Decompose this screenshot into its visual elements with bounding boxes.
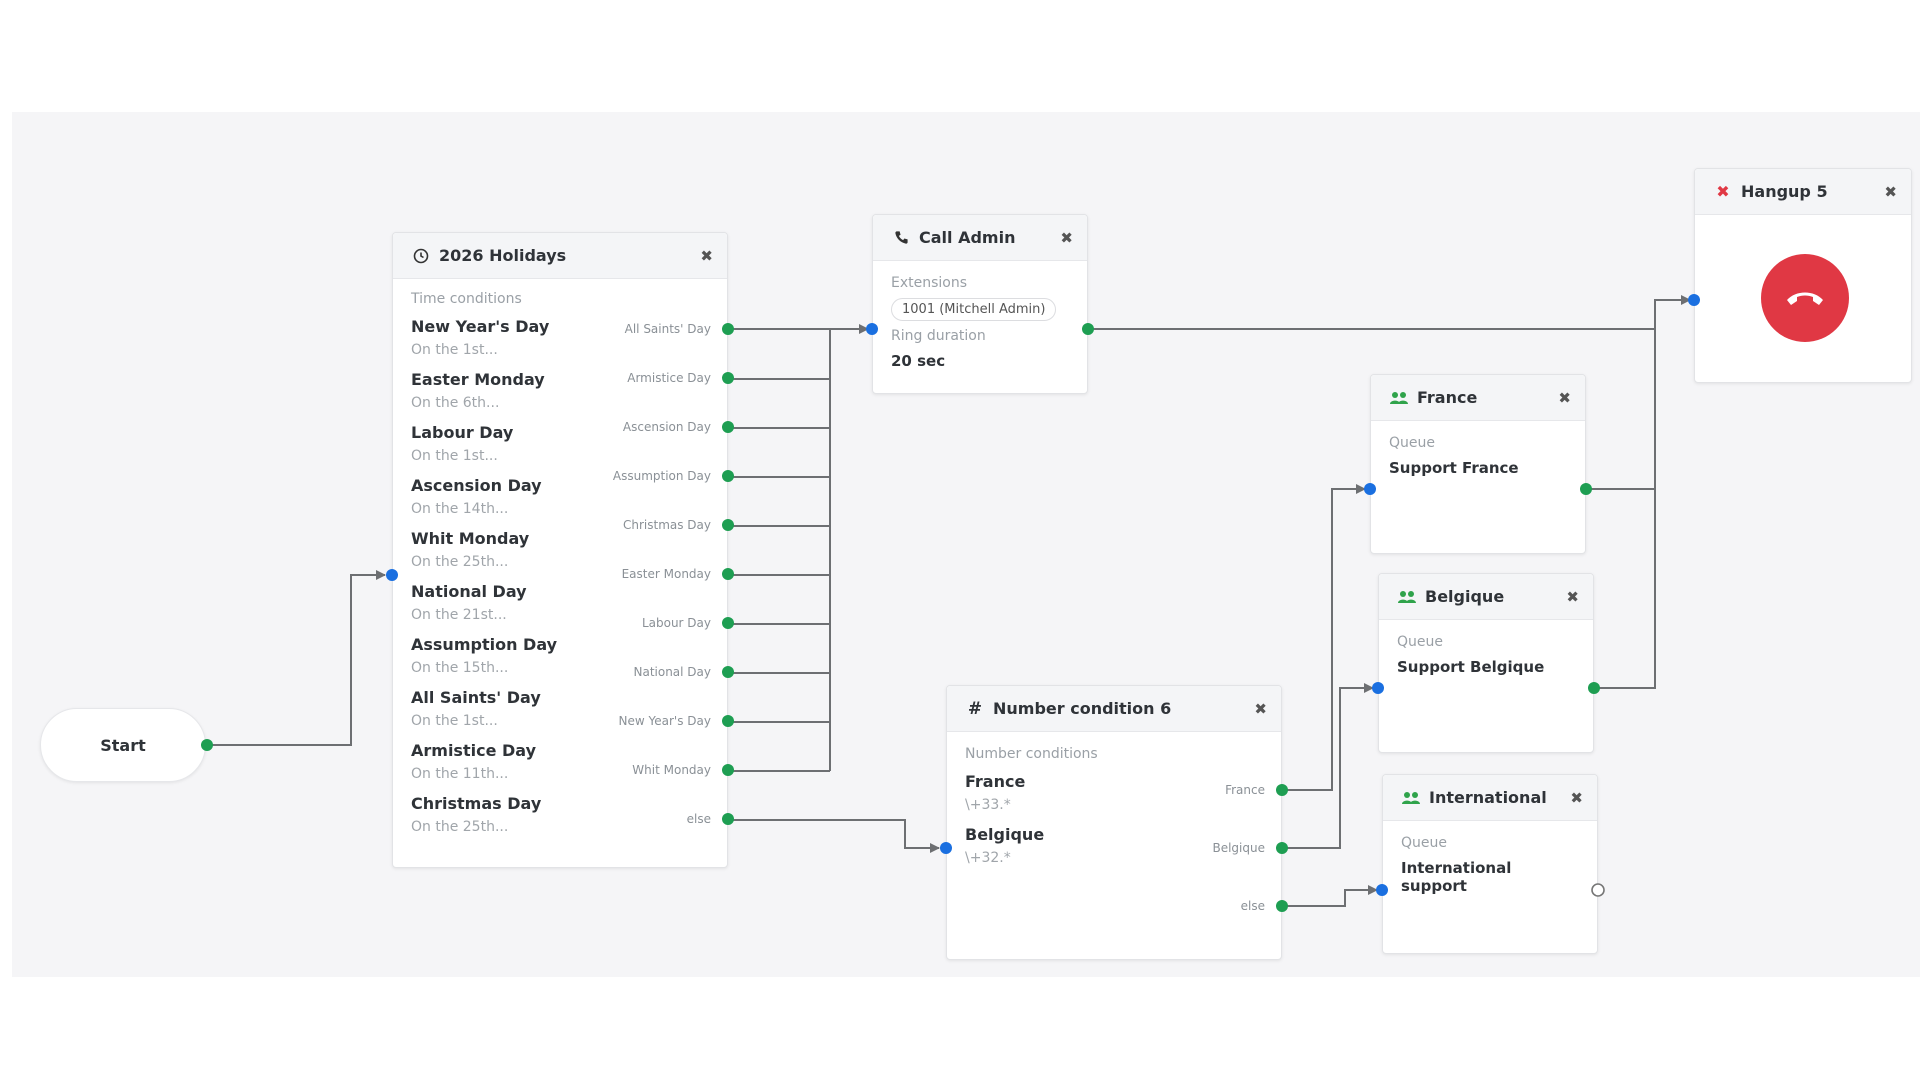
output-port-label: Assumption Day (612, 469, 711, 483)
hash-icon: # (967, 698, 983, 719)
output-port-label: Christmas Day (622, 518, 711, 532)
number-condition-item: France \+33.* (965, 772, 1263, 813)
hangup-title: Hangup 5 (1741, 182, 1828, 201)
time-condition-description: On the 14th... (411, 501, 509, 517)
time-condition-description: On the 1st... (411, 342, 498, 358)
time-condition-description: On the 1st... (411, 448, 498, 464)
time-conditions-label: Time conditions (411, 291, 522, 307)
belgique-queue-node[interactable]: Belgique ✖ Queue Support Belgique (1378, 573, 1594, 753)
output-port-label: else (686, 812, 711, 826)
time-condition-name: Armistice Day (411, 741, 537, 760)
time-condition-name: Assumption Day (411, 635, 558, 654)
number-condition-name: France (965, 772, 1026, 791)
queue-value: Support France (1389, 459, 1519, 477)
output-port-label: France (1225, 783, 1265, 797)
international-header[interactable]: International ✖ (1383, 775, 1597, 821)
clock-icon (411, 248, 431, 264)
queue-value: Support Belgique (1397, 658, 1545, 676)
output-port-label: Armistice Day (627, 371, 711, 385)
call-admin-header[interactable]: Call Admin ✖ (873, 215, 1087, 261)
close-icon[interactable]: ✖ (1566, 588, 1579, 606)
holidays-header[interactable]: 2026 Holidays ✖ (393, 233, 727, 279)
number-condition-node[interactable]: # Number condition 6 ✖ Number conditions… (946, 685, 1282, 960)
close-icon[interactable]: ✖ (1884, 183, 1897, 201)
ring-duration-label: Ring duration (891, 328, 986, 344)
international-queue-node[interactable]: International ✖ Queue International supp… (1382, 774, 1598, 954)
close-icon[interactable]: ✖ (1254, 700, 1267, 718)
time-condition-name: Christmas Day (411, 794, 542, 813)
close-icon[interactable]: ✖ (1570, 789, 1583, 807)
output-port-label: Belgique (1212, 841, 1265, 855)
time-condition-description: On the 25th... (411, 819, 509, 835)
close-icon[interactable]: ✖ (1558, 389, 1571, 407)
number-condition-title: Number condition 6 (993, 699, 1172, 718)
time-condition-description: On the 6th... (411, 395, 500, 411)
output-port-label: National Day (633, 665, 711, 679)
time-condition-name: National Day (411, 582, 527, 601)
number-condition-pattern: \+33.* (965, 797, 1011, 813)
holidays-title: 2026 Holidays (439, 246, 567, 265)
output-port-label: else (1240, 899, 1265, 913)
output-port-label: Whit Monday (632, 763, 711, 777)
number-conditions-label: Number conditions (965, 746, 1098, 762)
start-label: Start (100, 735, 146, 755)
queue-label: Queue (1389, 435, 1435, 451)
hangup-button[interactable] (1761, 254, 1849, 342)
output-port-label: All Saints' Day (624, 322, 711, 336)
output-port-label: Easter Monday (621, 567, 711, 581)
queue-value: International support (1401, 859, 1512, 895)
holidays-node[interactable]: 2026 Holidays ✖ Time conditions New Year… (392, 232, 728, 868)
queue-label: Queue (1397, 634, 1443, 650)
belgique-header[interactable]: Belgique ✖ (1379, 574, 1593, 620)
call-admin-node[interactable]: Call Admin ✖ Extensions 1001 (Mitchell A… (872, 214, 1088, 394)
ring-duration-value: 20 sec (891, 352, 946, 370)
time-condition-item: Whit Monday On the 25th... (411, 529, 709, 570)
users-icon (1389, 391, 1409, 405)
output-port-label: New Year's Day (618, 714, 711, 728)
cross-icon: ✖ (1716, 182, 1730, 201)
output-port-label: Ascension Day (622, 420, 711, 434)
close-icon[interactable]: ✖ (700, 247, 713, 265)
users-icon (1401, 791, 1421, 805)
extensions-label: Extensions (891, 275, 968, 291)
queue-label: Queue (1401, 835, 1447, 851)
hangup-node[interactable]: ✖ Hangup 5 ✖ (1694, 168, 1912, 383)
phone-hangup-icon (1787, 292, 1823, 305)
france-header[interactable]: France ✖ (1371, 375, 1585, 421)
phone-icon (891, 230, 911, 245)
start-node[interactable]: Start (40, 708, 206, 782)
extension-tag[interactable]: 1001 (Mitchell Admin) (891, 298, 1057, 321)
output-port-label: Labour Day (641, 616, 711, 630)
time-condition-item: Christmas Day On the 25th... (411, 794, 709, 835)
users-icon (1397, 590, 1417, 604)
international-title: International (1429, 788, 1547, 807)
time-condition-name: All Saints' Day (411, 688, 541, 707)
call-admin-title: Call Admin (919, 228, 1016, 247)
belgique-title: Belgique (1425, 587, 1505, 606)
france-queue-node[interactable]: France ✖ Queue Support France (1370, 374, 1586, 554)
number-condition-header[interactable]: # Number condition 6 ✖ (947, 686, 1281, 732)
france-title: France (1417, 388, 1478, 407)
close-icon[interactable]: ✖ (1060, 229, 1073, 247)
hangup-header[interactable]: ✖ Hangup 5 ✖ (1695, 169, 1911, 215)
